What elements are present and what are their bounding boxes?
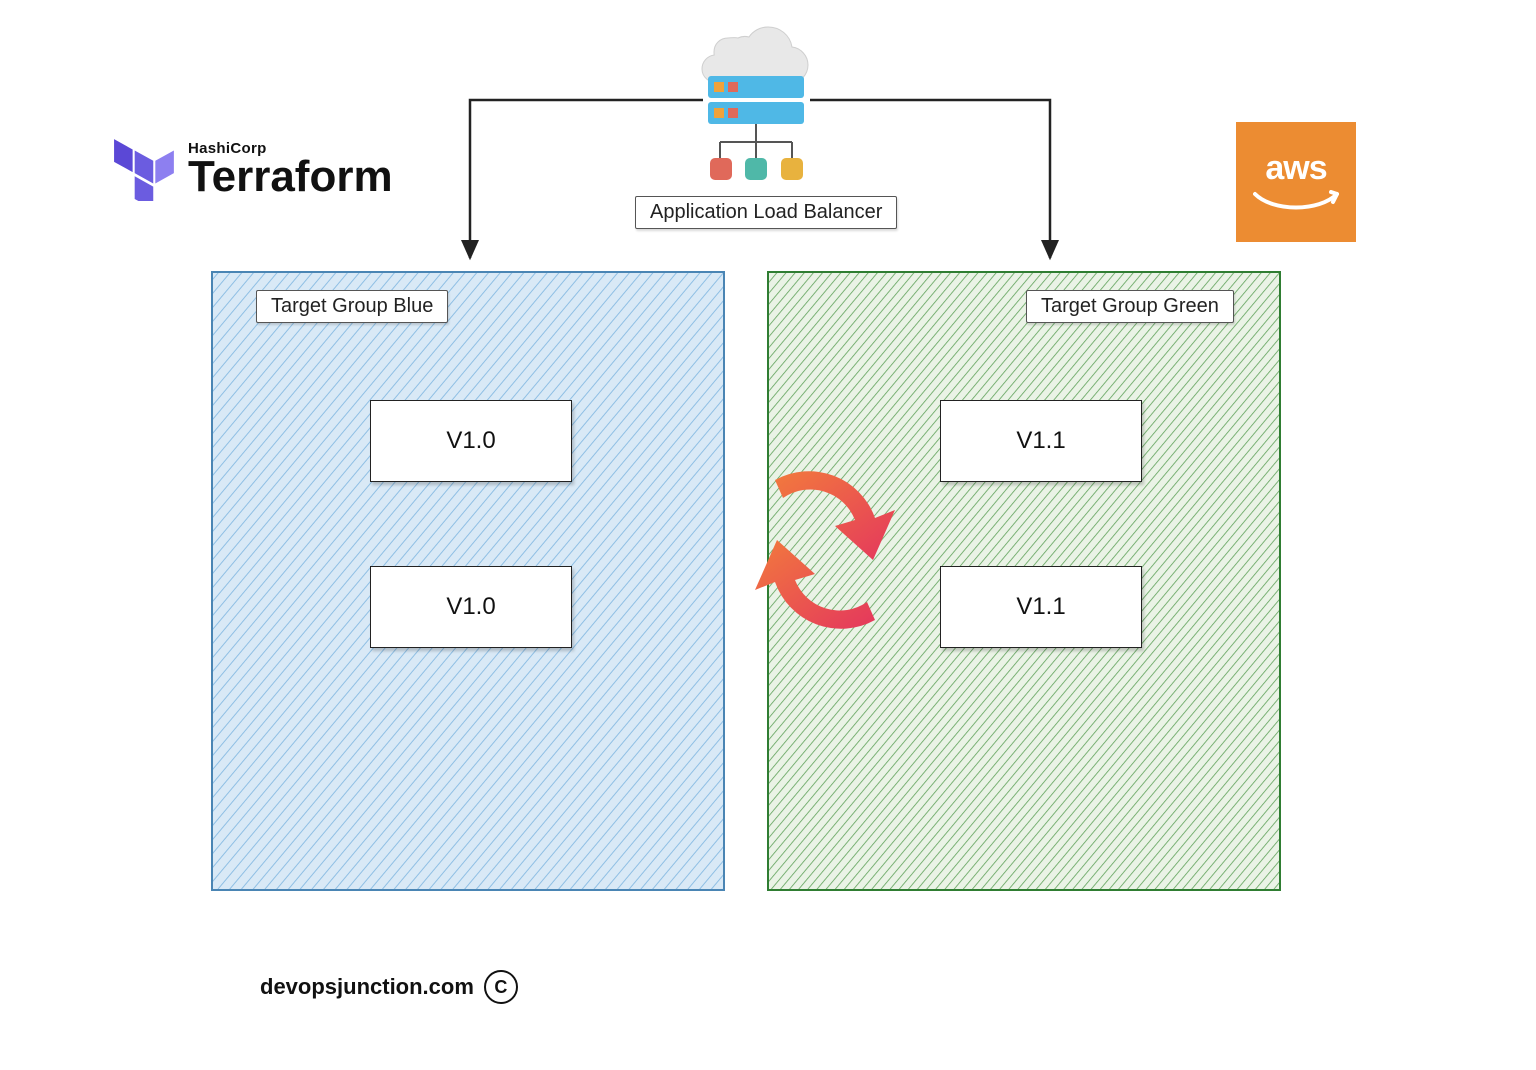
- terraform-mark-icon: [114, 135, 176, 201]
- diagram-stage: HashiCorp Terraform aws Application Load…: [0, 0, 1536, 1070]
- green-node-2: V1.1: [940, 566, 1142, 648]
- node-yellow-icon: [781, 158, 803, 180]
- connector-left: [470, 100, 703, 258]
- footer: devopsjunction.com C: [260, 970, 518, 1004]
- copyright-icon: C: [484, 970, 518, 1004]
- aws-logo: aws: [1236, 122, 1356, 242]
- green-group-title: Target Group Green: [1026, 290, 1234, 323]
- aws-smile-icon: [1253, 190, 1339, 216]
- aws-text: aws: [1265, 149, 1326, 188]
- node-teal-icon: [745, 158, 767, 180]
- node-red-icon: [710, 158, 732, 180]
- blue-node-1: V1.0: [370, 400, 572, 482]
- blue-group-title: Target Group Blue: [256, 290, 448, 323]
- alb-label: Application Load Balancer: [635, 196, 897, 229]
- green-node-1: V1.1: [940, 400, 1142, 482]
- connector-right: [810, 100, 1050, 258]
- terraform-name: Terraform: [188, 157, 393, 197]
- load-balancer-icon: [702, 27, 808, 180]
- footer-site: devopsjunction.com: [260, 974, 474, 1000]
- terraform-logo: HashiCorp Terraform: [114, 135, 393, 201]
- blue-node-2: V1.0: [370, 566, 572, 648]
